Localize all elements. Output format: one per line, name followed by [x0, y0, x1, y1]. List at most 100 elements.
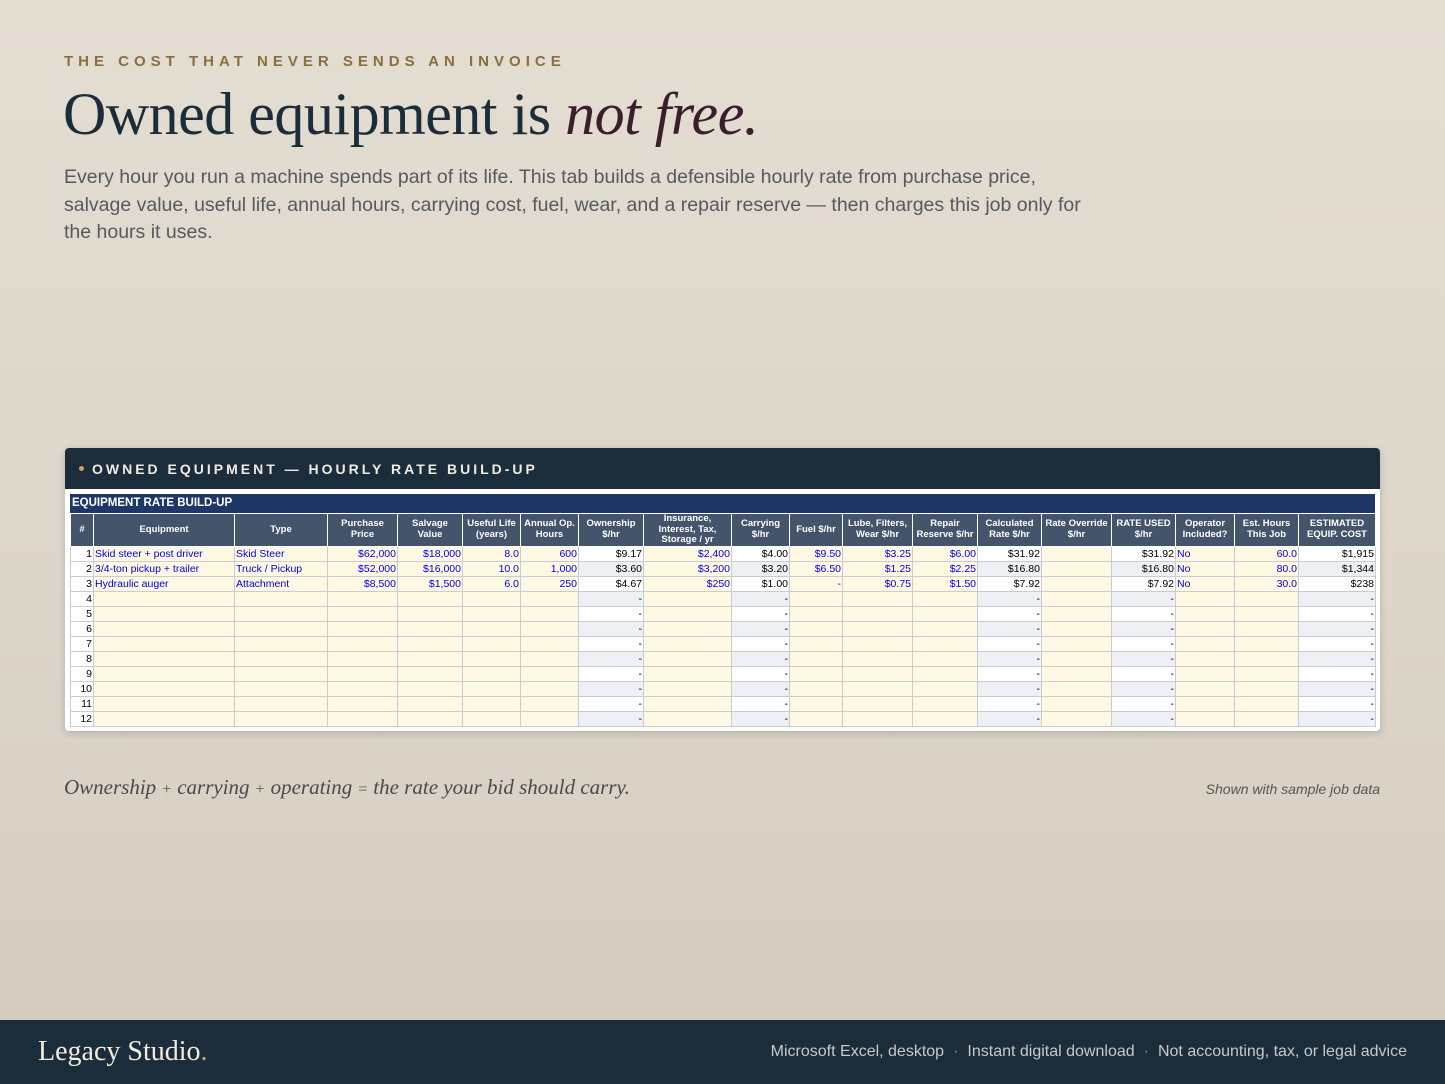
cell-salvage-value[interactable] — [397, 695, 463, 712]
cell-est-hours[interactable] — [1234, 590, 1299, 607]
cell-ownership[interactable]: $9.17 — [578, 545, 644, 562]
cell-salvage-value[interactable]: $1,500 — [397, 575, 463, 592]
cell-carrying[interactable]: - — [731, 590, 790, 607]
cell-type[interactable] — [234, 665, 328, 682]
cell-index[interactable]: 10 — [70, 680, 94, 697]
cell-estimated-cost[interactable]: - — [1298, 695, 1376, 712]
cell-rate-used[interactable]: $7.92 — [1111, 575, 1176, 592]
cell-fuel[interactable] — [789, 710, 843, 727]
cell-equipment[interactable] — [93, 605, 235, 622]
cell-calculated-rate[interactable]: - — [977, 635, 1042, 652]
cell-est-hours[interactable] — [1234, 635, 1299, 652]
cell-estimated-cost[interactable]: - — [1298, 680, 1376, 697]
cell-useful-life[interactable]: 8.0 — [462, 545, 521, 562]
column-header-col-ownership[interactable]: Ownership $/hr — [578, 513, 644, 547]
cell-ownership[interactable]: $4.67 — [578, 575, 644, 592]
cell-fuel[interactable]: - — [789, 575, 843, 592]
cell-carrying[interactable]: - — [731, 620, 790, 637]
cell-purchase-price[interactable] — [327, 590, 398, 607]
cell-index[interactable]: 8 — [70, 650, 94, 667]
cell-est-hours[interactable] — [1234, 605, 1299, 622]
cell-useful-life[interactable] — [462, 695, 521, 712]
cell-lube[interactable] — [842, 710, 913, 727]
cell-purchase-price[interactable] — [327, 680, 398, 697]
cell-operator-included[interactable] — [1175, 680, 1235, 697]
cell-insurance[interactable]: $250 — [643, 575, 732, 592]
cell-lube[interactable] — [842, 605, 913, 622]
cell-carrying[interactable]: - — [731, 635, 790, 652]
cell-useful-life[interactable] — [462, 605, 521, 622]
cell-equipment[interactable] — [93, 650, 235, 667]
cell-purchase-price[interactable] — [327, 710, 398, 727]
cell-calculated-rate[interactable]: - — [977, 590, 1042, 607]
cell-lube[interactable]: $3.25 — [842, 545, 913, 562]
column-header-col-carrying[interactable]: Carrying $/hr — [731, 513, 790, 547]
cell-type[interactable] — [234, 695, 328, 712]
cell-calculated-rate[interactable]: - — [977, 650, 1042, 667]
cell-type[interactable] — [234, 710, 328, 727]
cell-calculated-rate[interactable]: - — [977, 605, 1042, 622]
cell-purchase-price[interactable] — [327, 695, 398, 712]
cell-repair-reserve[interactable] — [912, 695, 978, 712]
cell-rate-override[interactable] — [1041, 560, 1112, 577]
cell-useful-life[interactable] — [462, 635, 521, 652]
cell-annual-hours[interactable] — [520, 710, 579, 727]
cell-estimated-cost[interactable]: - — [1298, 635, 1376, 652]
cell-calculated-rate[interactable]: - — [977, 620, 1042, 637]
column-header-col-operator-included[interactable]: Operator Included? — [1175, 513, 1235, 547]
column-header-col-estimated-cost[interactable]: ESTIMATED EQUIP. COST — [1298, 513, 1376, 547]
cell-fuel[interactable] — [789, 680, 843, 697]
column-header-col-insurance[interactable]: Insurance, Interest, Tax, Storage / yr — [643, 513, 732, 547]
cell-repair-reserve[interactable] — [912, 635, 978, 652]
cell-rate-override[interactable] — [1041, 545, 1112, 562]
column-header-col-rate-used[interactable]: RATE USED $/hr — [1111, 513, 1176, 547]
cell-repair-reserve[interactable] — [912, 710, 978, 727]
cell-annual-hours[interactable]: 1,000 — [520, 560, 579, 577]
cell-carrying[interactable]: $1.00 — [731, 575, 790, 592]
cell-equipment[interactable] — [93, 635, 235, 652]
cell-ownership[interactable]: - — [578, 680, 644, 697]
cell-carrying[interactable]: - — [731, 680, 790, 697]
cell-insurance[interactable]: $2,400 — [643, 545, 732, 562]
cell-purchase-price[interactable] — [327, 635, 398, 652]
cell-lube[interactable] — [842, 590, 913, 607]
cell-carrying[interactable]: - — [731, 710, 790, 727]
cell-fuel[interactable]: $6.50 — [789, 560, 843, 577]
cell-estimated-cost[interactable]: - — [1298, 605, 1376, 622]
cell-repair-reserve[interactable] — [912, 620, 978, 637]
cell-fuel[interactable] — [789, 695, 843, 712]
cell-salvage-value[interactable] — [397, 635, 463, 652]
cell-repair-reserve[interactable] — [912, 650, 978, 667]
cell-index[interactable]: 7 — [70, 635, 94, 652]
cell-estimated-cost[interactable]: $1,915 — [1298, 545, 1376, 562]
cell-annual-hours[interactable] — [520, 650, 579, 667]
cell-type[interactable] — [234, 680, 328, 697]
cell-operator-included[interactable] — [1175, 650, 1235, 667]
cell-carrying[interactable]: $4.00 — [731, 545, 790, 562]
cell-useful-life[interactable] — [462, 620, 521, 637]
cell-ownership[interactable]: - — [578, 605, 644, 622]
cell-insurance[interactable] — [643, 590, 732, 607]
cell-rate-override[interactable] — [1041, 650, 1112, 667]
column-header-col-est-hours[interactable]: Est. Hours This Job — [1234, 513, 1299, 547]
cell-ownership[interactable]: - — [578, 650, 644, 667]
cell-purchase-price[interactable]: $52,000 — [327, 560, 398, 577]
cell-rate-used[interactable]: - — [1111, 620, 1176, 637]
cell-salvage-value[interactable]: $16,000 — [397, 560, 463, 577]
cell-index[interactable]: 1 — [70, 545, 94, 562]
cell-lube[interactable] — [842, 680, 913, 697]
cell-useful-life[interactable] — [462, 680, 521, 697]
cell-annual-hours[interactable] — [520, 590, 579, 607]
cell-equipment[interactable] — [93, 680, 235, 697]
cell-fuel[interactable] — [789, 665, 843, 682]
cell-rate-used[interactable]: - — [1111, 710, 1176, 727]
cell-index[interactable]: 3 — [70, 575, 94, 592]
cell-fuel[interactable] — [789, 620, 843, 637]
cell-rate-override[interactable] — [1041, 575, 1112, 592]
cell-rate-override[interactable] — [1041, 590, 1112, 607]
cell-lube[interactable] — [842, 620, 913, 637]
cell-estimated-cost[interactable]: - — [1298, 650, 1376, 667]
column-header-col-salvage-value[interactable]: Salvage Value — [397, 513, 463, 547]
cell-salvage-value[interactable] — [397, 665, 463, 682]
cell-type[interactable]: Truck / Pickup — [234, 560, 328, 577]
